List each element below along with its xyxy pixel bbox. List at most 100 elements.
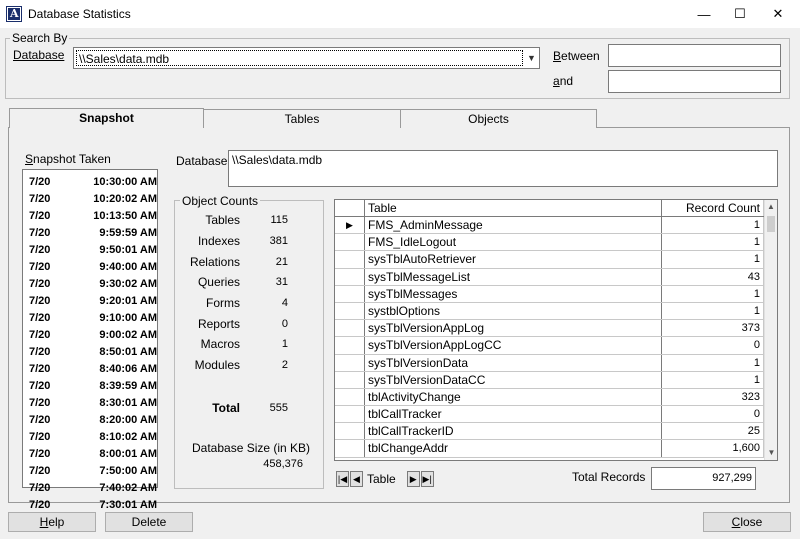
snapshot-item[interactable]: 7/20 9:40:00 AM: [23, 258, 157, 275]
table-name-cell: sysTblVersionData: [365, 354, 662, 371]
row-selector[interactable]: [335, 371, 365, 388]
table-row[interactable]: sysTblAutoRetriever 1: [335, 251, 777, 269]
grid-header: Table Record Count: [335, 200, 777, 217]
snapshot-time: 8:00:01 AM: [99, 447, 157, 460]
row-selector[interactable]: [335, 320, 365, 337]
row-selector[interactable]: [335, 423, 365, 440]
total-records-field[interactable]: 927,299: [651, 467, 756, 490]
snapshot-time: 9:59:59 AM: [99, 226, 157, 239]
record-count-cell: 1: [662, 251, 764, 268]
object-count-label: Modules: [194, 358, 240, 373]
help-button[interactable]: Help: [8, 512, 96, 532]
snapshot-item[interactable]: 7/20 10:20:02 AM: [23, 190, 157, 207]
snapshot-item[interactable]: 7/20 9:30:02 AM: [23, 275, 157, 292]
row-selector[interactable]: [335, 285, 365, 302]
and-label: and: [553, 74, 574, 88]
table-name-cell: systblOptions: [365, 302, 662, 320]
snapshot-list[interactable]: 7/20 10:30:00 AM 7/20 10:20:02 AM 7/20 10:13:…: [22, 169, 158, 511]
snapshot-item[interactable]: 7/20 8:39:59 AM: [23, 377, 157, 394]
table-row[interactable]: systblOptions 1: [335, 302, 777, 321]
scroll-up-icon[interactable]: ▲: [765, 200, 777, 214]
current-row-icon[interactable]: ▶: [335, 217, 365, 234]
row-selector[interactable]: [335, 268, 365, 285]
col-count-header[interactable]: Record Count: [662, 200, 764, 216]
object-count-label: Forms: [206, 296, 240, 311]
prev-record-icon[interactable]: ◀: [350, 471, 363, 487]
next-record-icon[interactable]: ▶: [406, 471, 420, 487]
row-selector[interactable]: [335, 388, 365, 406]
record-count-cell: 1: [662, 217, 764, 234]
table-row[interactable]: tblCallTrackerID 25: [335, 423, 777, 441]
table-name-cell: tblChangeAddr: [365, 440, 662, 457]
row-selector[interactable]: [335, 251, 365, 268]
table-row[interactable]: tblChangeAddr 1,600: [335, 440, 777, 458]
object-count-row: Modules 2: [145, 355, 288, 376]
row-selector[interactable]: [335, 302, 365, 320]
total-value: 555: [269, 402, 288, 414]
app-logo-icon: A: [6, 6, 22, 22]
snapshot-item[interactable]: 7/20 9:20:01 AM: [23, 292, 157, 309]
record-count-cell: 1: [662, 302, 764, 320]
snapshot-item[interactable]: 7/20 9:00:02 AM: [23, 326, 157, 343]
minimize-icon[interactable]: —: [686, 0, 722, 28]
snapshot-item[interactable]: 7/20 9:59:59 AM: [23, 224, 157, 241]
snapshot-item[interactable]: 7/20 10:13:50 AM: [23, 207, 157, 224]
tab-objects[interactable]: Objects: [380, 109, 597, 128]
table-row[interactable]: tblCallTracker 0: [335, 406, 777, 424]
and-field[interactable]: [608, 70, 781, 93]
grid-corner: [335, 200, 365, 216]
close-button[interactable]: Close: [703, 512, 791, 532]
row-selector[interactable]: [335, 406, 365, 423]
snapshot-item[interactable]: 7/20 7:40:02 AM: [23, 479, 157, 496]
first-record-icon[interactable]: |◀: [336, 471, 349, 487]
record-count-cell: 0: [662, 406, 764, 423]
snapshot-item[interactable]: 7/20 8:50:01 AM: [23, 343, 157, 360]
row-selector[interactable]: [335, 354, 365, 371]
table-row[interactable]: sysTblMessages 1: [335, 285, 777, 303]
delete-button[interactable]: Delete: [105, 512, 193, 532]
snapshot-time: 8:40:06 AM: [99, 362, 157, 375]
snapshot-item[interactable]: 7/20 8:30:01 AM: [23, 394, 157, 411]
table-row[interactable]: sysTblVersionData 1: [335, 354, 777, 372]
scroll-down-icon[interactable]: ▼: [765, 446, 777, 460]
table-name-cell: sysTblAutoRetriever: [365, 251, 662, 268]
last-record-icon[interactable]: ▶|: [420, 471, 434, 487]
snapshot-item[interactable]: 7/20 8:00:01 AM: [23, 445, 157, 462]
tab-snapshot[interactable]: Snapshot: [9, 108, 204, 128]
table-row[interactable]: sysTblVersionAppLogCC 0: [335, 337, 777, 355]
snapshot-item[interactable]: 7/20 10:30:00 AM: [23, 173, 157, 190]
table-row[interactable]: FMS_IdleLogout 1: [335, 234, 777, 252]
snapshot-date: 7/20: [29, 464, 51, 477]
snapshot-item[interactable]: 7/20 7:30:01 AM: [23, 496, 157, 513]
tab-tables[interactable]: Tables: [203, 109, 401, 128]
snapshot-item[interactable]: 7/20 7:50:00 AM: [23, 462, 157, 479]
table-row[interactable]: sysTblVersionAppLog 373: [335, 320, 777, 338]
table-name-cell: tblCallTrackerID: [365, 423, 662, 440]
snapshot-item[interactable]: 7/20 9:10:00 AM: [23, 309, 157, 326]
chevron-down-icon[interactable]: ▼: [524, 48, 539, 68]
table-row[interactable]: ▶ FMS_AdminMessage 1: [335, 217, 777, 235]
detail-database-field[interactable]: \\Sales\data.mdb: [228, 150, 778, 187]
row-selector[interactable]: [335, 337, 365, 354]
database-combo[interactable]: \\Sales\data.mdb ▼: [73, 47, 540, 69]
row-selector[interactable]: [335, 440, 365, 457]
between-field[interactable]: [608, 44, 781, 67]
snapshot-item[interactable]: 7/20 9:50:01 AM: [23, 241, 157, 258]
scroll-thumb[interactable]: [767, 216, 775, 232]
grid-scrollbar[interactable]: ▲ ▼: [764, 200, 777, 460]
row-selector[interactable]: [335, 234, 365, 251]
snapshot-item[interactable]: 7/20 8:20:00 AM: [23, 411, 157, 428]
table-grid[interactable]: Table Record Count ▶ FMS_AdminMessage 1 FMS…: [334, 199, 778, 461]
table-row[interactable]: sysTblVersionDataCC 1: [335, 371, 777, 389]
table-row[interactable]: sysTblMessageList 43: [335, 268, 777, 286]
col-table-header[interactable]: Table: [365, 200, 662, 216]
object-count-value: 21: [275, 255, 288, 268]
snapshot-item[interactable]: 7/20 8:10:02 AM: [23, 428, 157, 445]
close-icon[interactable]: ✕: [760, 0, 796, 28]
maximize-icon[interactable]: ☐: [722, 0, 758, 28]
snapshot-time: 9:30:02 AM: [99, 277, 157, 290]
snapshot-item[interactable]: 7/20 8:40:06 AM: [23, 360, 157, 377]
table-row[interactable]: tblActivityChange 323: [335, 388, 777, 407]
table-name-cell: tblActivityChange: [365, 388, 662, 406]
object-count-label: Macros: [200, 337, 240, 352]
